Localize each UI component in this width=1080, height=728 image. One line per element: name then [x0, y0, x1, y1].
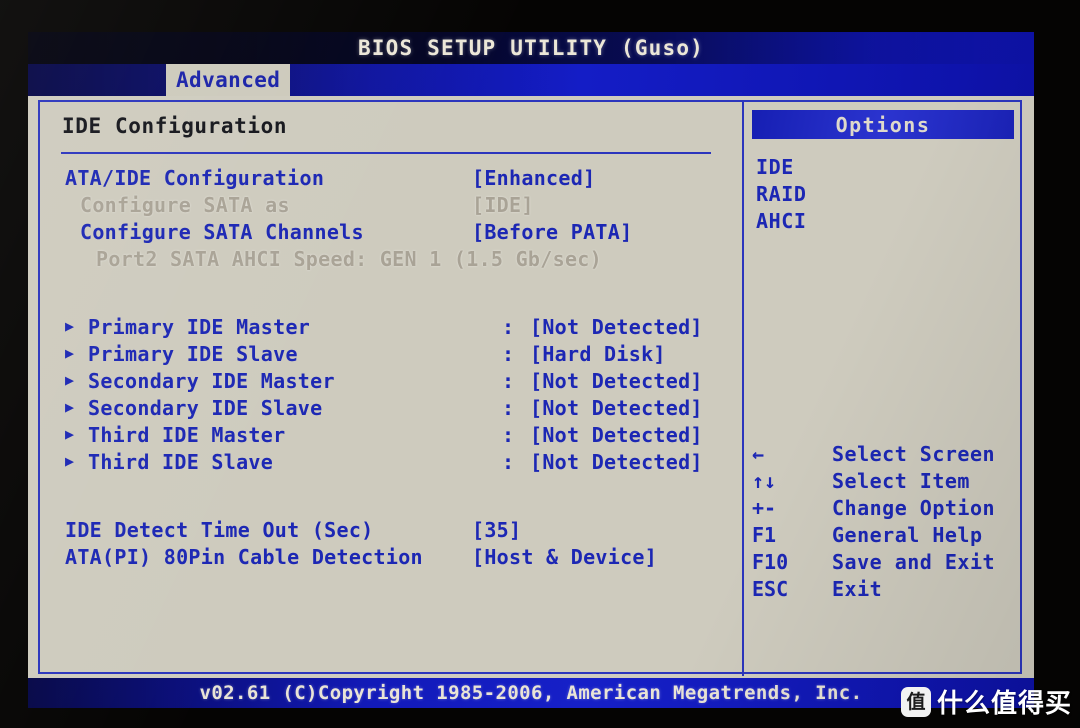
setting-row-configure-sata-channels[interactable]: Configure SATA Channels [Before PATA] — [40, 220, 742, 247]
watermark-logo-icon: 值 — [900, 686, 931, 717]
row-spacer — [40, 301, 742, 315]
key-f1-label: F1 — [752, 523, 777, 547]
device-value: [Hard Disk] — [530, 342, 666, 366]
setting-row-ata-ide-configuration[interactable]: ATA/IDE Configuration [Enhanced] — [40, 166, 742, 193]
option-item-raid[interactable]: RAID — [756, 181, 1006, 208]
row-spacer — [40, 477, 742, 504]
key-legend-row-general-help: F1 General Help — [744, 523, 1022, 550]
setting-row-configure-sata-as: Configure SATA as [IDE] — [40, 193, 742, 220]
device-value: [Not Detected] — [530, 396, 703, 420]
device-label: Third IDE Master — [88, 423, 286, 447]
setting-row-ide-detect-time-out[interactable]: IDE Detect Time Out (Sec) [35] — [40, 518, 742, 545]
device-value: [Not Detected] — [530, 450, 703, 474]
key-legend-desc: Save and Exit — [832, 550, 996, 574]
option-item-ahci[interactable]: AHCI — [756, 208, 1006, 235]
key-f10-label: F10 — [752, 550, 789, 574]
key-legend-desc: Select Screen — [832, 442, 996, 466]
page-title: BIOS SETUP UTILITY (Guso) — [357, 36, 705, 60]
triangle-right-icon: ▶ — [65, 398, 75, 416]
row-spacer — [40, 504, 742, 518]
watermark-text: 什么值得买 — [936, 689, 1072, 719]
setting-label: ATA/IDE Configuration — [65, 166, 325, 190]
option-item-ide[interactable]: IDE — [756, 154, 1006, 181]
options-panel: Options IDE RAID AHCI ← Select Screen ↑↓… — [744, 102, 1022, 676]
content-frame: IDE Configuration ATA/IDE Configuration … — [38, 100, 1022, 676]
section-divider — [61, 152, 711, 154]
device-label: Secondary IDE Master — [88, 369, 335, 393]
device-colon: : — [502, 369, 515, 393]
triangle-right-icon: ▶ — [65, 344, 75, 362]
setting-row-port2-sata-ahci-speed: Port2 SATA AHCI Speed: GEN 1 (1.5 Gb/sec… — [40, 247, 742, 274]
device-colon: : — [502, 315, 515, 339]
device-row-secondary-ide-slave[interactable]: ▶ Secondary IDE Slave : [Not Detected] — [40, 396, 742, 423]
setting-value: [Host & Device] — [472, 545, 658, 569]
key-legend-row-select-screen: ← Select Screen — [744, 442, 1022, 469]
setting-value: [Enhanced] — [472, 166, 596, 190]
arrow-left-icon: ← — [752, 442, 765, 466]
tab-advanced[interactable]: Advanced — [166, 64, 291, 96]
row-spacer — [40, 274, 742, 301]
device-label: Primary IDE Master — [88, 315, 311, 339]
setting-label: Configure SATA Channels — [80, 220, 364, 244]
triangle-right-icon: ▶ — [65, 425, 75, 443]
key-esc-label: ESC — [752, 577, 789, 601]
key-legend-desc: General Help — [832, 523, 983, 547]
setting-label: Configure SATA as — [80, 193, 290, 217]
device-value: [Not Detected] — [530, 369, 703, 393]
options-header: Options — [752, 110, 1014, 139]
device-row-third-ide-master[interactable]: ▶ Third IDE Master : [Not Detected] — [40, 423, 742, 450]
triangle-right-icon: ▶ — [65, 371, 75, 389]
device-colon: : — [502, 396, 515, 420]
device-row-primary-ide-master[interactable]: ▶ Primary IDE Master : [Not Detected] — [40, 315, 742, 342]
device-row-secondary-ide-master[interactable]: ▶ Secondary IDE Master : [Not Detected] — [40, 369, 742, 396]
device-row-third-ide-slave[interactable]: ▶ Third IDE Slave : [Not Detected] — [40, 450, 742, 477]
device-value: [Not Detected] — [530, 423, 703, 447]
device-value: [Not Detected] — [530, 315, 703, 339]
settings-panel: IDE Configuration ATA/IDE Configuration … — [40, 102, 742, 676]
device-colon: : — [502, 450, 515, 474]
device-label: Secondary IDE Slave — [88, 396, 323, 420]
key-legend: ← Select Screen ↑↓ Select Item +- Change… — [744, 442, 1022, 604]
watermark: 值 什么值得买 — [900, 683, 1072, 720]
setting-label: Port2 SATA AHCI Speed: GEN 1 (1.5 Gb/sec… — [96, 247, 602, 271]
setting-value: [IDE] — [472, 193, 534, 217]
copyright-text: v02.61 (C)Copyright 1985-2006, American … — [199, 682, 863, 704]
setting-value: [35] — [472, 518, 522, 542]
key-legend-desc: Exit — [832, 577, 883, 601]
bios-setup-utility: BIOS SETUP UTILITY (Guso) Advanced IDE C… — [28, 32, 1034, 708]
device-colon: : — [502, 342, 515, 366]
key-legend-desc: Change Option — [832, 496, 996, 520]
section-title: IDE Configuration — [62, 114, 288, 138]
triangle-right-icon: ▶ — [65, 452, 75, 470]
key-legend-desc: Select Item — [832, 469, 970, 493]
setting-row-atapi-80pin-cable-detection[interactable]: ATA(PI) 80Pin Cable Detection [Host & De… — [40, 545, 742, 572]
setting-label: IDE Detect Time Out (Sec) — [65, 518, 374, 542]
plus-minus-icon: +- — [752, 496, 777, 520]
arrow-up-down-icon: ↑↓ — [752, 469, 777, 493]
device-row-primary-ide-slave[interactable]: ▶ Primary IDE Slave : [Hard Disk] — [40, 342, 742, 369]
device-colon: : — [502, 423, 515, 447]
settings-rows: ATA/IDE Configuration [Enhanced] Configu… — [40, 166, 742, 572]
key-legend-row-exit: ESC Exit — [744, 577, 1022, 604]
key-legend-row-save-and-exit: F10 Save and Exit — [744, 550, 1022, 577]
bios-screen-photo: BIOS SETUP UTILITY (Guso) Advanced IDE C… — [0, 0, 1080, 728]
key-legend-row-change-option: +- Change Option — [744, 496, 1022, 523]
key-legend-row-select-item: ↑↓ Select Item — [744, 469, 1022, 496]
setting-value: [Before PATA] — [472, 220, 633, 244]
device-label: Third IDE Slave — [88, 450, 274, 474]
triangle-right-icon: ▶ — [65, 317, 75, 335]
options-list: IDE RAID AHCI — [756, 154, 1006, 235]
setting-label: ATA(PI) 80Pin Cable Detection — [65, 545, 423, 569]
device-label: Primary IDE Slave — [88, 342, 298, 366]
